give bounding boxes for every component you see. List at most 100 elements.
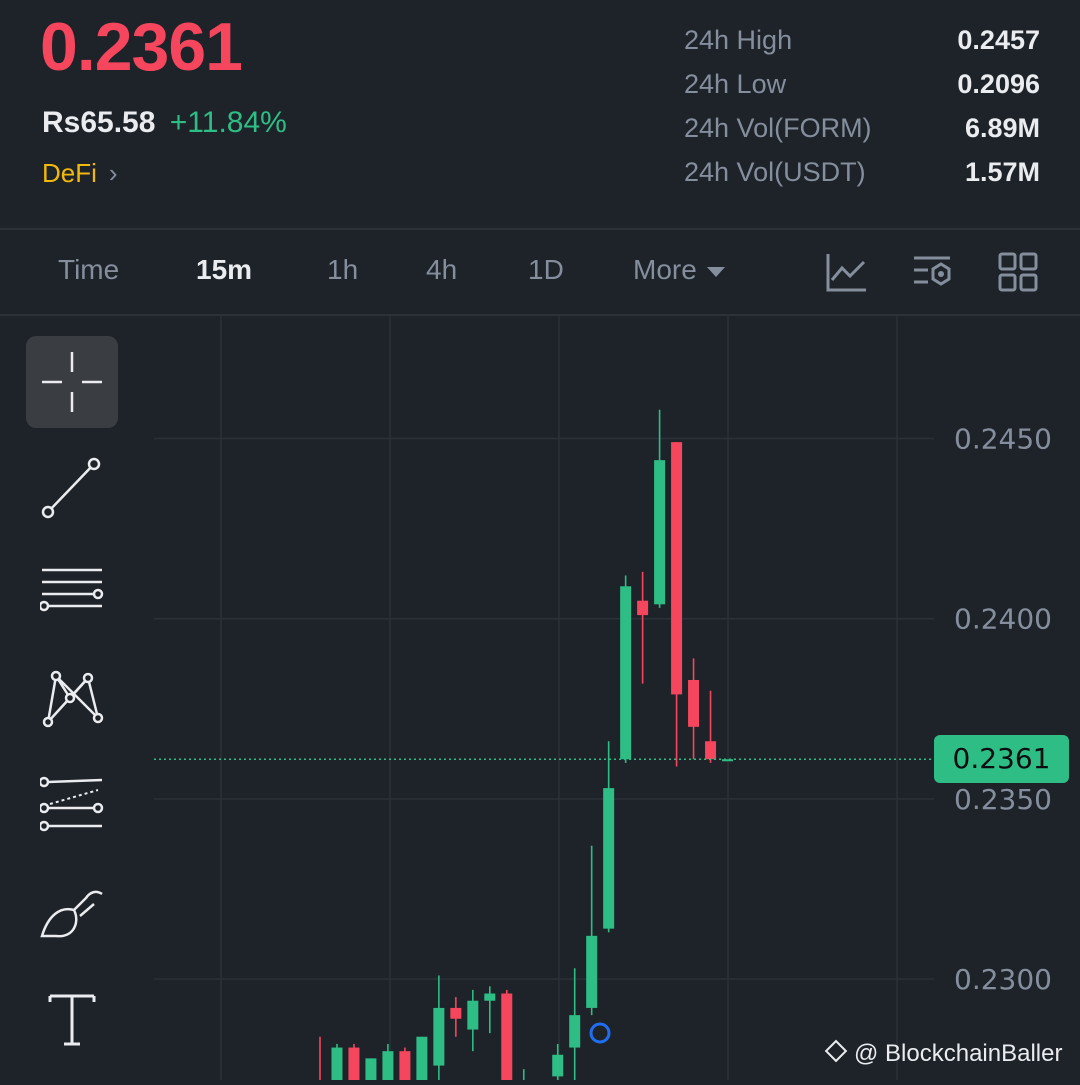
candle	[416, 1036, 428, 1085]
candle	[365, 1058, 377, 1085]
candle-body	[637, 600, 649, 616]
price-change-percent: +11.84%	[169, 106, 287, 139]
y-tick-label: 0.2400	[954, 603, 1052, 636]
binance-logo-icon	[824, 1039, 848, 1063]
candle-body	[620, 586, 632, 760]
chevron-right-icon: ›	[108, 158, 118, 188]
candle-body	[552, 1054, 564, 1077]
y-axis: 0.2450 0.2400 0.2350 0.2300	[954, 423, 1052, 997]
candle-body	[603, 788, 615, 929]
candle	[484, 986, 496, 1034]
candle	[348, 1043, 360, 1085]
candle	[501, 989, 513, 1085]
horizontal-grid	[154, 437, 934, 980]
stat-value: 0.2096	[957, 69, 1040, 99]
category-label: DeFi	[42, 158, 97, 188]
candle-body	[467, 1000, 479, 1030]
chart-settings-icon[interactable]	[910, 250, 954, 294]
y-tick-label: 0.2350	[954, 783, 1052, 816]
candle	[319, 1036, 321, 1085]
candle	[450, 997, 462, 1037]
tab-time[interactable]: Time	[58, 254, 119, 286]
stat-label: 24h Low	[684, 69, 787, 99]
crosshair-tool[interactable]	[26, 336, 118, 428]
candle-body	[705, 741, 717, 760]
y-tick-label: 0.2300	[954, 963, 1052, 996]
indicator-icon[interactable]	[824, 250, 868, 294]
tab-more-label: More	[633, 254, 697, 285]
tab-more[interactable]: More	[633, 254, 725, 286]
y-tick-label: 0.2450	[954, 423, 1052, 456]
ticker-header: 0.2361 Rs65.58 +11.84% DeFi › 24h High 0.2…	[0, 0, 1080, 228]
chart-canvas[interactable]: 0.2450 0.2400 0.2350 0.2300	[0, 316, 1080, 1085]
stat-row: 24h Vol(FORM) 6.89M	[684, 110, 1040, 154]
interval-tabs: Time 15m 1h 4h 1D More	[0, 230, 1080, 316]
candle	[382, 1043, 394, 1085]
24h-stats: 24h High 0.2457 24h Low 0.2096 24h Vol(FOR…	[684, 22, 1040, 198]
text-icon	[48, 994, 96, 1046]
candle-body	[501, 993, 513, 1085]
stat-row: 24h High 0.2457	[684, 22, 1040, 66]
candle-body	[722, 759, 734, 762]
price-sub-row: Rs65.58 +11.84%	[42, 106, 287, 140]
stat-row: 24h Vol(USDT) 1.57M	[684, 154, 1040, 198]
crosshair-icon	[42, 352, 102, 412]
candle-body	[331, 1047, 343, 1085]
candle	[688, 658, 700, 760]
candle	[522, 1069, 525, 1085]
fib-channel-tool[interactable]	[26, 760, 118, 852]
candle-body	[382, 1051, 394, 1085]
caret-down-icon	[706, 266, 725, 277]
brush-icon	[40, 890, 103, 938]
fib-channel-icon	[40, 776, 104, 832]
tab-1d[interactable]: 1D	[528, 254, 564, 286]
candle	[433, 975, 445, 1080]
candle	[671, 442, 683, 767]
layout-grid-icon[interactable]	[996, 250, 1040, 294]
trend-line-icon	[41, 457, 101, 519]
candle-body	[654, 460, 666, 605]
horizontal-lines-tool[interactable]	[26, 548, 118, 640]
candle	[586, 845, 598, 1016]
candle-body	[569, 1015, 581, 1048]
tab-1h[interactable]: 1h	[327, 254, 358, 286]
pattern-tool[interactable]	[26, 654, 118, 746]
pattern-icon	[42, 670, 104, 728]
event-marker-icon[interactable]	[589, 1022, 611, 1044]
text-tool[interactable]	[26, 972, 118, 1064]
candle	[637, 571, 649, 684]
watermark: @ BlockchainBaller	[824, 1039, 1063, 1068]
candle-body	[586, 935, 598, 1008]
candle	[654, 409, 666, 608]
candle	[467, 989, 479, 1052]
candle	[722, 759, 734, 762]
candle-body	[484, 993, 496, 1001]
stat-row: 24h Low 0.2096	[684, 66, 1040, 110]
candle-body	[450, 1007, 462, 1019]
candle	[331, 1043, 343, 1085]
candlestick-chart[interactable]: 0.2450 0.2400 0.2350 0.2300 0.2361	[0, 316, 1080, 1085]
stat-value: 0.2457	[957, 25, 1040, 55]
candle	[569, 968, 581, 1085]
candle-body	[365, 1058, 377, 1085]
stat-value: 1.57M	[964, 157, 1040, 187]
brush-tool[interactable]	[26, 866, 118, 958]
candle-body	[399, 1051, 411, 1085]
grid	[220, 316, 898, 1080]
candle-body	[688, 679, 700, 727]
candle-body	[433, 1007, 445, 1066]
fiat-price: Rs65.58	[42, 106, 156, 139]
stat-label: 24h Vol(USDT)	[684, 157, 866, 187]
last-price-badge: 0.2361	[934, 735, 1069, 784]
candle-body	[416, 1036, 428, 1085]
candle	[552, 1043, 564, 1085]
horizontal-lines-icon	[40, 568, 104, 612]
candle	[603, 741, 615, 933]
tab-4h[interactable]: 4h	[426, 254, 457, 286]
category-tag[interactable]: DeFi ›	[42, 158, 118, 189]
trend-line-tool[interactable]	[26, 442, 118, 534]
candle	[399, 1047, 411, 1085]
tab-15m[interactable]: 15m	[196, 254, 252, 286]
watermark-text: @ BlockchainBaller	[854, 1040, 1063, 1067]
candle	[620, 575, 632, 763]
